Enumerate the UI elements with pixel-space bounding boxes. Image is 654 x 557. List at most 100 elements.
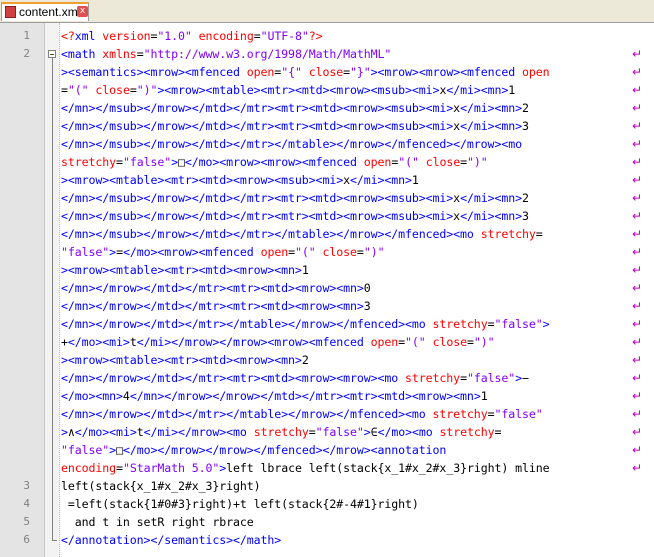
token: > xyxy=(363,425,371,439)
file-icon xyxy=(5,6,16,18)
code-line[interactable]: ><mrow><mtable><mtr><mtd><mrow><mn>2 ↵ xyxy=(0,351,654,369)
code-line[interactable]: stretchy="false">□</mo><mrow><mrow><mfen… xyxy=(0,153,654,171)
token: </mo><mo xyxy=(377,425,440,439)
token: = xyxy=(136,47,144,61)
code-line[interactable]: "false">□</mo></mrow></mrow></mfenced></… xyxy=(0,441,654,459)
token: "false" xyxy=(466,371,516,385)
token: = xyxy=(466,335,474,349)
token: left lbrace left(stack{x_1#x_2#x_3}right… xyxy=(226,461,550,475)
wrap-arrow-icon: ↵ xyxy=(632,443,643,457)
token: > xyxy=(61,425,68,439)
token: close xyxy=(322,245,358,259)
wrap-arrow-icon: ↵ xyxy=(632,137,643,151)
token: </mn></msub></mrow></mtd></mtr><mtr><mtd… xyxy=(61,191,454,205)
code-line[interactable]: ><semantics><mrow><mfenced open = "{" clos… xyxy=(0,63,654,81)
code-line[interactable]: </mn></msub></mrow></mtd></mtr><mtr><mtd… xyxy=(0,189,654,207)
token: 2 xyxy=(521,101,529,115)
code-editor[interactable]: 1 <?xml version="1.0" encoding="UTF-8"?> 2… xyxy=(0,23,654,557)
code-line[interactable]: </mn></msub></mrow></mtd></mtr><mtr><mtd… xyxy=(0,117,654,135)
code-line[interactable]: </mn></mrow></mtd></mtr><mtr><mtd><mrow>… xyxy=(0,369,654,387)
token: 2 xyxy=(301,353,309,367)
code-line[interactable]: 5 and t in setR right rbrace xyxy=(0,513,654,531)
token: ")" xyxy=(363,245,385,259)
token: </mi><mn> xyxy=(446,83,509,97)
token: = xyxy=(356,245,364,259)
code-line[interactable]: 3 left(stack{x_1#x_2#x_3}right) xyxy=(0,477,654,495)
token: + xyxy=(61,335,68,349)
code-line[interactable]: 4 =left(stack{1#0#3}right)+t left(stack{… xyxy=(0,495,654,513)
wrap-arrow-icon: ↵ xyxy=(632,47,643,61)
token: 1 xyxy=(301,263,309,277)
close-icon[interactable]: x xyxy=(77,6,88,17)
wrap-arrow-icon: ↵ xyxy=(632,155,643,169)
line-number: 5 xyxy=(23,515,30,528)
line-text: </mn></msub></mrow></mtd></mtr><mtr><mtd… xyxy=(61,99,529,117)
line-text: </mn></mrow></mtd></mtr><mtr><mtd><mrow>… xyxy=(61,297,371,315)
wrap-arrow-icon: ↵ xyxy=(632,317,643,331)
token: "{" xyxy=(281,65,302,79)
token: "false" xyxy=(61,443,110,457)
token: </mo></mrow></mrow></mfenced></mrow><ann… xyxy=(122,443,447,457)
line-text: "false">=</mo><mrow><mfenced open="(" cl… xyxy=(61,243,385,261)
token: > xyxy=(542,317,550,331)
wrap-arrow-icon: ↵ xyxy=(632,119,643,133)
token: "(" xyxy=(405,335,426,349)
token: </mn></mrow></mtd></mtr><mtr><mtd><mrow>… xyxy=(61,299,364,313)
line-text: </mn></mrow></mtd></mtr><mtr><mtd><mrow>… xyxy=(61,369,529,387)
code-line[interactable]: </mn></mrow></mtd></mtr></mtable></mrow>… xyxy=(0,405,654,423)
code-line[interactable]: 2 <math xmlns="http://www.w3.org/1998/Mat… xyxy=(0,45,654,63)
line-text: </mn></mrow></mtd></mtr></mtable></mrow>… xyxy=(61,315,550,333)
code-line[interactable]: ><mrow><mtable><mtr><mtd><mrow><msub><mi… xyxy=(0,171,654,189)
token: = xyxy=(116,461,123,475)
code-line[interactable]: </mn></msub></mrow></mtd></mtr><mtr><mtd… xyxy=(0,207,654,225)
code-line[interactable]: </mn></msub></mrow></mtd></mtr></mtable>… xyxy=(0,135,654,153)
code-line[interactable]: </mn></mrow></mtd></mtr><mtr><mtd><mrow>… xyxy=(0,297,654,315)
token: close xyxy=(425,155,461,169)
line-text: left(stack{x_1#x_2#x_3}right) xyxy=(61,477,261,495)
token: ><mrow><mrow><mfenced xyxy=(370,65,523,79)
code-line[interactable]: </mn></mrow></mtd></mtr></mtable></mrow>… xyxy=(0,315,654,333)
code-line[interactable]: ><mrow><mtable><mtr><mtd><mrow><mn>1 ↵ xyxy=(0,261,654,279)
code-line[interactable]: </mn></msub></mrow></mtd></mtr><mtr><mtd… xyxy=(0,99,654,117)
token: </mi><mn> xyxy=(349,173,412,187)
token: "(" xyxy=(398,155,419,169)
wrap-arrow-icon: ↵ xyxy=(632,281,643,295)
code-line[interactable]: encoding="StarMath 5.0">left lbrace left… xyxy=(0,459,654,477)
token: and t in setR right rbrace xyxy=(61,515,254,529)
code-line[interactable]: 1 <?xml version="1.0" encoding="UTF-8"?> xyxy=(0,27,654,45)
fold-toggle-icon[interactable] xyxy=(48,50,56,58)
line-text: >∧</mo><mi>t</mi></mrow><mo stretchy="fa… xyxy=(61,423,502,441)
code-line[interactable]: </mn></mrow></mtd></mtr><mtr><mtd><mrow>… xyxy=(0,279,654,297)
code-line[interactable]: >∧</mo><mi>t</mi></mrow><mo stretchy="fa… xyxy=(0,423,654,441)
token: encoding xyxy=(198,29,254,43)
line-text: </mn></msub></mrow></mtd></mtr></mtable>… xyxy=(61,135,529,153)
line-text: <math xmlns="http://www.w3.org/1998/Math… xyxy=(61,45,391,63)
line-text: ><mrow><mtable><mtr><mtd><mrow><msub><mi… xyxy=(61,171,419,189)
token: open xyxy=(260,245,289,259)
code-line[interactable]: "false">=</mo><mrow><mfenced open="(" cl… xyxy=(0,243,654,261)
token: "1.0" xyxy=(157,29,192,43)
tab-content-xml[interactable]: content.xml x xyxy=(1,2,89,21)
token: = xyxy=(398,335,406,349)
tab-bar: content.xml x xyxy=(0,0,654,23)
code-line[interactable]: ="(" close=")"><mrow><mtable><mtr><mtd><… xyxy=(0,81,654,99)
token: ")" xyxy=(136,83,158,97)
token: = xyxy=(460,155,468,169)
token: encoding xyxy=(61,461,117,475)
wrap-arrow-icon: ↵ xyxy=(632,245,643,259)
token: t xyxy=(129,335,137,349)
token: ><mrow><mtable><mtr><mtd><mrow><msub><mi… xyxy=(157,83,440,97)
token: "UTF-8" xyxy=(260,29,309,43)
code-line[interactable]: 6 </annotation></semantics></math> xyxy=(0,531,654,549)
token: = xyxy=(460,371,467,385)
code-line[interactable]: </mo><mn>4</mn></mrow></mrow></mtd></mtr… xyxy=(0,387,654,405)
token: </mn></msub></mrow></mtd></mtr><mtr><mtd… xyxy=(61,101,454,115)
code-line[interactable]: +</mo><mi>t</mi></mrow></mrow><mrow><mfe… xyxy=(0,333,654,351)
line-text: stretchy="false">□</mo><mrow><mrow><mfen… xyxy=(61,153,488,171)
token: </annotation></semantics></math> xyxy=(61,533,282,547)
token: "(" xyxy=(67,83,89,97)
token: 3 xyxy=(521,119,529,133)
token: 0 xyxy=(363,281,371,295)
code-line[interactable]: </mn></msub></mrow></mtd></mtr></mtable>… xyxy=(0,225,654,243)
